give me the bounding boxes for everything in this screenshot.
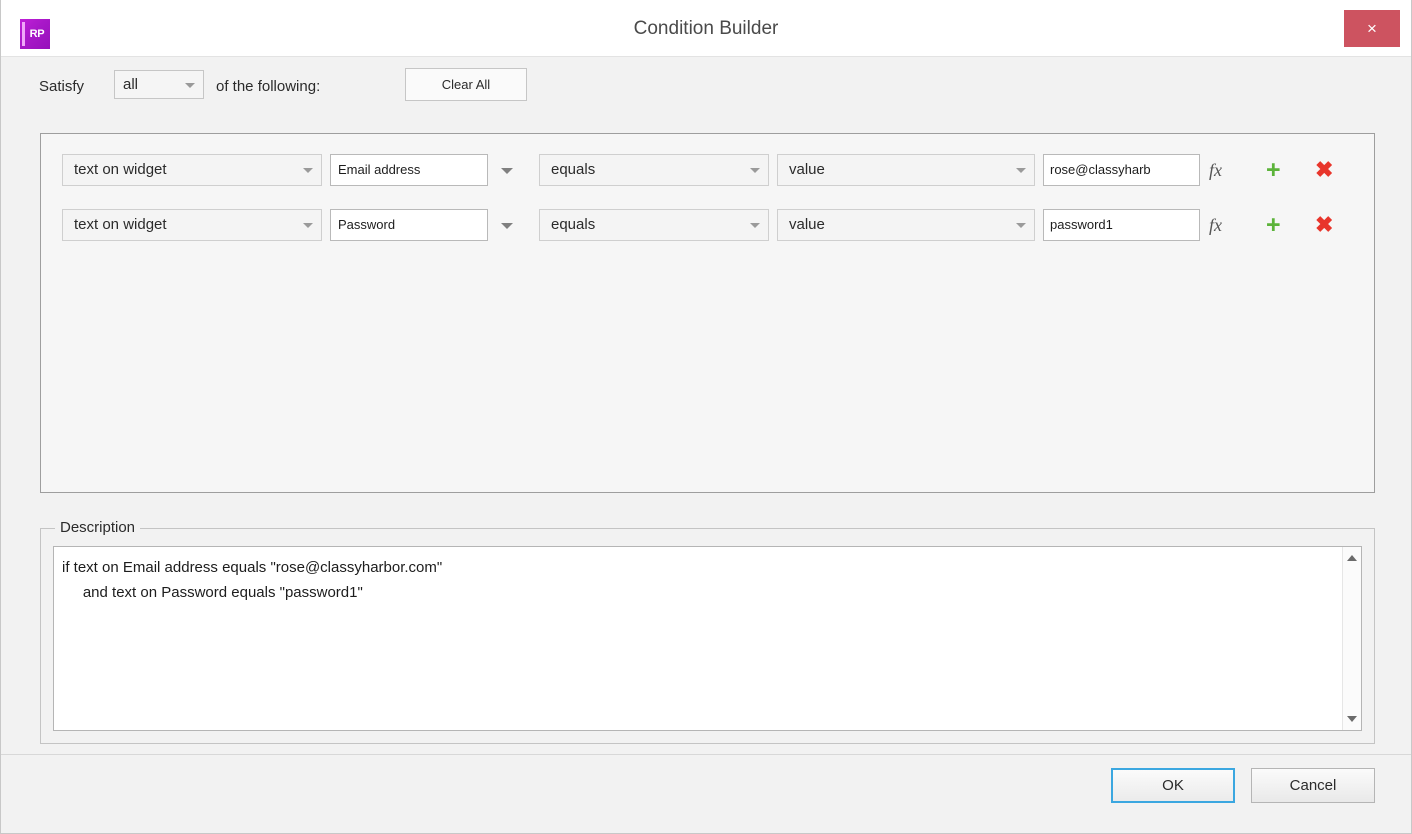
satisfy-suffix-label: of the following: (216, 78, 321, 95)
clear-all-button[interactable]: Clear All (405, 68, 527, 101)
add-condition-button-0[interactable]: + (1266, 154, 1281, 186)
chevron-down-icon (303, 223, 313, 228)
close-button[interactable]: × (1344, 10, 1400, 47)
condition-comparison-value-1: value (789, 216, 825, 233)
condition-operator-value-1: equals (551, 216, 596, 233)
description-legend: Description (55, 519, 141, 536)
chevron-down-icon (750, 168, 760, 173)
condition-builder-dialog: RP Condition Builder × Satisfy all of th… (0, 0, 1412, 834)
fx-button-1[interactable]: fx (1209, 209, 1222, 241)
chevron-down-icon (501, 168, 513, 174)
condition-operator-select-0[interactable]: equals (539, 154, 769, 186)
chevron-down-icon (185, 82, 195, 88)
description-text: if text on Email address equals "rose@cl… (62, 559, 443, 601)
chevron-up-icon[interactable] (1347, 555, 1357, 561)
condition-comparison-value-0: value (789, 161, 825, 178)
conditions-panel: text on widget Email address equals valu… (40, 133, 1375, 493)
condition-subject-select-1[interactable]: text on widget (62, 209, 322, 241)
condition-subject-value-1: text on widget (74, 216, 167, 233)
condition-subject-value-0: text on widget (74, 161, 167, 178)
description-scrollbar[interactable] (1342, 547, 1361, 730)
table-row: text on widget Password equals value pas… (41, 209, 1374, 243)
satisfy-select-value: all (123, 76, 139, 93)
condition-operator-select-1[interactable]: equals (539, 209, 769, 241)
condition-widget-dropdown-1[interactable] (494, 209, 520, 241)
satisfy-prefix-label: Satisfy (39, 78, 85, 95)
ok-button[interactable]: OK (1111, 768, 1235, 803)
chevron-down-icon (1016, 223, 1026, 228)
condition-widget-dropdown-0[interactable] (494, 154, 520, 186)
condition-widget-input-1[interactable]: Password (330, 209, 488, 241)
chevron-down-icon (750, 223, 760, 228)
title-bar: RP Condition Builder × (1, 0, 1411, 57)
footer-divider (1, 754, 1411, 755)
condition-operator-value-0: equals (551, 161, 596, 178)
condition-subject-select-0[interactable]: text on widget (62, 154, 322, 186)
cancel-button[interactable]: Cancel (1251, 768, 1375, 803)
chevron-down-icon[interactable] (1347, 716, 1357, 722)
condition-value-input-0[interactable]: rose@classyharb (1043, 154, 1200, 186)
description-textarea[interactable]: if text on Email address equals "rose@cl… (53, 546, 1362, 731)
page-title: Condition Builder (633, 18, 779, 39)
remove-condition-button-0[interactable]: ✖ (1315, 154, 1333, 186)
chevron-down-icon (501, 223, 513, 229)
fx-button-0[interactable]: fx (1209, 154, 1222, 186)
satisfy-row: Satisfy all of the following: Clear All (1, 58, 1411, 120)
chevron-down-icon (303, 168, 313, 173)
condition-value-input-1[interactable]: password1 (1043, 209, 1200, 241)
chevron-down-icon (1016, 168, 1026, 173)
add-condition-button-1[interactable]: + (1266, 209, 1281, 241)
table-row: text on widget Email address equals valu… (41, 154, 1374, 188)
condition-widget-input-0[interactable]: Email address (330, 154, 488, 186)
description-group: Description if text on Email address equ… (40, 519, 1375, 744)
condition-comparison-select-0[interactable]: value (777, 154, 1035, 186)
condition-comparison-select-1[interactable]: value (777, 209, 1035, 241)
remove-condition-button-1[interactable]: ✖ (1315, 209, 1333, 241)
satisfy-select[interactable]: all (114, 70, 204, 99)
